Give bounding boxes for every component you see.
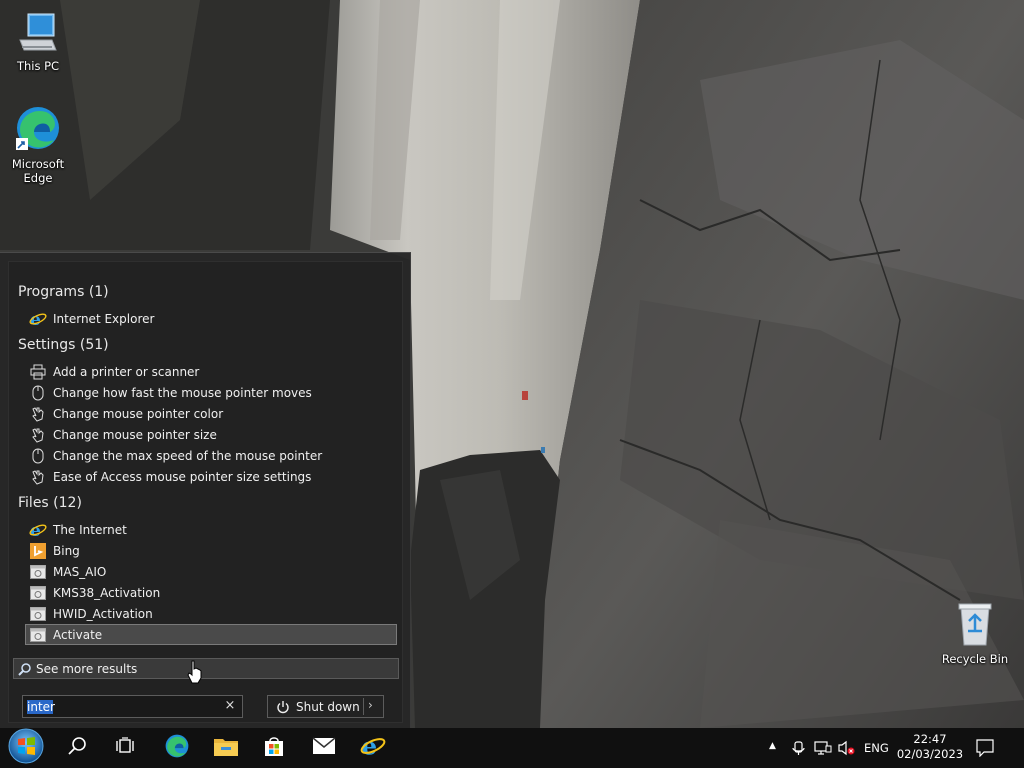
mail-icon bbox=[312, 737, 336, 759]
desktop-icon-microsoft-edge[interactable]: Microsoft Edge bbox=[0, 104, 76, 185]
desktop-icon-recycle-bin[interactable]: Recycle Bin bbox=[937, 601, 1013, 666]
taskbar-edge[interactable] bbox=[153, 728, 201, 768]
action-center-icon[interactable] bbox=[976, 739, 994, 761]
search-icon bbox=[67, 736, 87, 760]
input-language-indicator[interactable]: ENG bbox=[864, 741, 889, 755]
edge-icon bbox=[0, 104, 76, 155]
network-icon[interactable] bbox=[814, 740, 832, 760]
script-file-icon bbox=[29, 626, 47, 644]
task-view-icon bbox=[115, 737, 135, 759]
bing-icon bbox=[29, 542, 47, 560]
script-file-icon bbox=[29, 563, 47, 581]
result-mas-aio[interactable]: MAS_AIO bbox=[26, 561, 398, 582]
hand-pointer-icon bbox=[29, 405, 47, 423]
recycle-bin-icon bbox=[937, 601, 1013, 650]
result-max-speed-mouse-pointer[interactable]: Change the max speed of the mouse pointe… bbox=[26, 445, 398, 466]
mouse-cursor-icon bbox=[187, 660, 203, 688]
clear-search-icon[interactable]: × bbox=[222, 698, 238, 713]
mouse-icon bbox=[29, 384, 47, 402]
shutdown-divider bbox=[363, 698, 364, 715]
mouse-icon bbox=[29, 447, 47, 465]
start-button[interactable] bbox=[2, 728, 50, 768]
taskbar-search-button[interactable] bbox=[53, 728, 101, 768]
see-more-results-button[interactable]: See more results bbox=[13, 658, 399, 679]
hand-pointer-icon bbox=[29, 426, 47, 444]
script-file-icon bbox=[29, 605, 47, 623]
group-header-files: Files (12) bbox=[18, 495, 82, 511]
result-hwid-activation[interactable]: HWID_Activation bbox=[26, 603, 398, 624]
edge-icon bbox=[164, 733, 190, 763]
taskbar-internet-explorer[interactable]: e bbox=[349, 728, 397, 768]
clock-date: 02/03/2023 bbox=[896, 747, 964, 761]
script-file-icon bbox=[29, 584, 47, 602]
desktop-icon-label: Recycle Bin bbox=[941, 652, 1009, 666]
taskbar-store[interactable] bbox=[250, 728, 298, 768]
start-search-box[interactable]: × bbox=[22, 695, 243, 718]
computer-icon bbox=[0, 10, 76, 57]
result-ease-of-access-pointer[interactable]: Ease of Access mouse pointer size settin… bbox=[26, 466, 398, 487]
start-menu: Programs (1) e Internet Explorer Setting… bbox=[0, 252, 411, 728]
internet-explorer-icon: e bbox=[360, 732, 386, 763]
result-mouse-pointer-color[interactable]: Change mouse pointer color bbox=[26, 403, 398, 424]
taskbar-file-explorer[interactable] bbox=[202, 728, 250, 768]
group-header-programs: Programs (1) bbox=[18, 284, 109, 300]
taskbar: e ▲ ENG 22:47 02/03/2023 bbox=[0, 728, 1024, 768]
store-icon bbox=[262, 734, 286, 762]
shutdown-options-arrow[interactable]: › bbox=[368, 698, 373, 712]
search-results-panel: Programs (1) e Internet Explorer Setting… bbox=[8, 261, 403, 723]
desktop-icon-label: Microsoft Edge bbox=[11, 157, 65, 185]
result-bing[interactable]: Bing bbox=[26, 540, 398, 561]
meet-now-icon[interactable] bbox=[791, 740, 807, 760]
printer-icon bbox=[29, 363, 47, 381]
internet-explorer-icon: e bbox=[29, 521, 47, 539]
group-header-settings: Settings (51) bbox=[18, 337, 109, 353]
clock-time: 22:47 bbox=[913, 732, 947, 746]
internet-explorer-icon: e bbox=[29, 310, 47, 328]
desktop-icon-label: This PC bbox=[16, 59, 60, 73]
file-explorer-icon bbox=[213, 735, 239, 761]
desktop-icon-this-pc[interactable]: This PC bbox=[0, 10, 76, 73]
task-view-button[interactable] bbox=[101, 728, 149, 768]
result-kms38-activation[interactable]: KMS38_Activation bbox=[26, 582, 398, 603]
search-icon bbox=[18, 662, 32, 676]
hand-pointer-icon bbox=[29, 468, 47, 486]
shut-down-button[interactable]: Shut down › bbox=[267, 695, 384, 718]
show-hidden-icons-chevron[interactable]: ▲ bbox=[769, 741, 776, 751]
search-input[interactable] bbox=[23, 699, 213, 714]
result-the-internet[interactable]: e The Internet bbox=[26, 519, 398, 540]
windows-logo-icon bbox=[8, 728, 44, 768]
result-activate[interactable]: Activate bbox=[25, 624, 397, 645]
volume-muted-icon[interactable] bbox=[838, 740, 856, 760]
result-mouse-pointer-size[interactable]: Change mouse pointer size bbox=[26, 424, 398, 445]
result-internet-explorer[interactable]: e Internet Explorer bbox=[26, 308, 398, 329]
result-add-printer[interactable]: Add a printer or scanner bbox=[26, 361, 398, 382]
result-mouse-pointer-speed[interactable]: Change how fast the mouse pointer moves bbox=[26, 382, 398, 403]
taskbar-mail[interactable] bbox=[300, 728, 348, 768]
clock[interactable]: 22:47 02/03/2023 bbox=[896, 732, 964, 762]
power-icon bbox=[276, 700, 290, 714]
